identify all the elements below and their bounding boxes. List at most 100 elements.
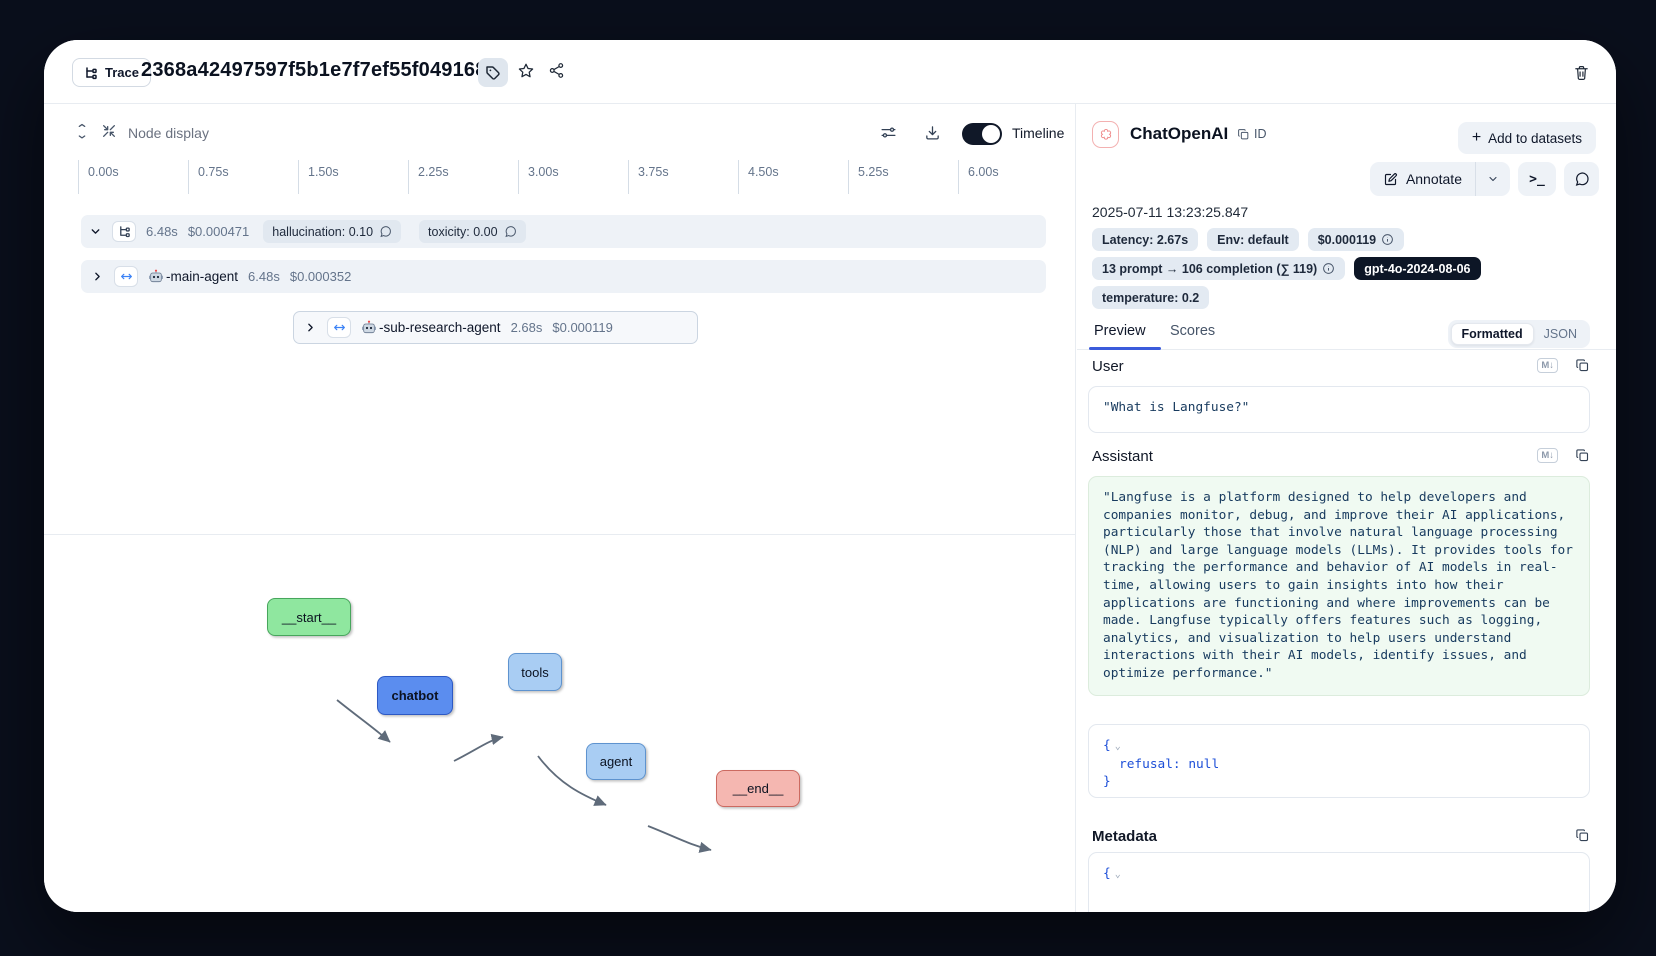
annotate-button[interactable]: Annotate [1370,162,1475,196]
copy-icon [1237,128,1250,141]
metadata-section-icons [1575,828,1590,843]
assistant-section-heading: Assistant [1092,448,1153,465]
user-section-icons: M↓ [1537,358,1590,373]
generation-type-icon [1092,121,1119,148]
user-message-box: "What is Langfuse?" [1088,386,1590,433]
download-icon [924,124,941,141]
metadata-section-heading: Metadata [1092,828,1157,845]
delete-trace-button[interactable] [1564,56,1598,89]
terminal-icon: >_ [1529,172,1545,187]
observation-title: ChatOpenAI [1130,124,1228,144]
axis-tick: 1.50s [298,160,408,194]
json-line-close: } [1103,773,1575,791]
token-usage-badge[interactable]: 13 prompt → 106 completion (∑ 119) [1092,257,1345,280]
graph-node-end[interactable]: __end__ [716,770,800,807]
markdown-toggle-icon[interactable]: M↓ [1537,448,1558,463]
tab-scores[interactable]: Scores [1165,319,1220,343]
axis-tick: 4.50s [738,160,848,194]
trace-row[interactable]: 6.48s $0.000471 hallucination: 0.10 toxi… [81,215,1046,248]
comment-icon [379,225,392,238]
axis-tick: 3.00s [518,160,628,194]
node-label: tools [521,665,548,680]
assistant-message-box: "Langfuse is a platform designed to help… [1088,476,1590,696]
graph-node-chatbot[interactable]: chatbot [377,676,453,715]
top-bar: Trace 2368a42497597f5b1e7f7ef55f049168 [44,40,1616,104]
node-label: __start__ [282,610,336,625]
trace-pill-label: Trace [105,65,139,80]
trace-tree-icon [112,221,136,242]
id-label: ID [1254,127,1267,141]
chevron-right-icon[interactable] [91,270,104,283]
axis-tick: 6.00s [958,160,1068,194]
node-label: agent [600,754,633,769]
copy-icon[interactable] [1575,828,1590,843]
annotate-pencil-icon [1383,172,1398,187]
cost-badge[interactable]: $0.000119 [1308,228,1404,251]
share-icon [548,62,565,79]
playground-button[interactable]: >_ [1518,162,1556,196]
trace-tree-icon [84,66,98,80]
markdown-toggle-icon[interactable]: M↓ [1537,358,1558,373]
collapse-chevron-icon[interactable]: ⌄ [1115,741,1121,752]
observation-name: -sub-research-agent [361,320,501,336]
format-option-formatted[interactable]: Formatted [1451,323,1534,345]
add-to-datasets-label: Add to datasets [1488,131,1582,146]
app-window: Trace 2368a42497597f5b1e7f7ef55f049168 [44,40,1616,912]
temperature-badge: temperature: 0.2 [1092,286,1209,309]
sub-agent-row[interactable]: -sub-research-agent 2.68s $0.000119 [293,311,698,344]
star-icon [517,62,535,80]
badge-row-3: temperature: 0.2 [1092,286,1209,309]
axis-tick: 0.75s [188,160,298,194]
format-option-json[interactable]: JSON [1534,324,1587,344]
collapse-chevron-icon[interactable]: ⌄ [1115,869,1121,880]
score-badge-hallucination[interactable]: hallucination: 0.10 [263,220,401,243]
duration: 2.68s [511,320,543,335]
user-message-text: "What is Langfuse?" [1103,400,1249,415]
score-label: toxicity: 0.00 [428,225,497,239]
graph-edges [44,534,1076,912]
chevron-right-icon[interactable] [304,321,317,334]
annotate-button-group: Annotate [1370,162,1510,196]
model-badge[interactable]: gpt-4o-2024-08-06 [1354,257,1480,280]
collapse-all-icon [101,123,117,139]
share-button[interactable] [548,62,565,79]
expand-all-button[interactable] [74,123,90,139]
format-toggle: Formatted JSON [1448,320,1590,348]
chevron-down-icon [1487,173,1499,185]
timeline-toggle[interactable] [962,123,1002,145]
star-button[interactable] [517,62,535,80]
cost: $0.000352 [290,269,351,284]
timeline-panel: Node display Timeline 0.00s 0.75s 1.50s … [44,104,1076,912]
chevron-down-icon[interactable] [89,225,102,238]
download-button[interactable] [924,124,941,141]
display-settings-button[interactable] [880,124,897,141]
token-usage-value: 13 prompt → 106 completion (∑ 119) [1102,262,1317,276]
tag-icon [485,65,501,81]
main-agent-row[interactable]: -main-agent 6.48s $0.000352 [81,260,1046,293]
comments-button[interactable] [1564,162,1599,196]
plus-icon: + [1472,129,1481,147]
tab-preview[interactable]: Preview [1089,319,1151,343]
add-to-datasets-button[interactable]: + Add to datasets [1458,122,1596,154]
axis-tick: 3.75s [628,160,738,194]
collapse-all-button[interactable] [101,123,117,139]
graph-node-agent[interactable]: agent [586,743,646,780]
score-badge-toxicity[interactable]: toxicity: 0.00 [419,220,525,243]
id-copy-group[interactable]: ID [1237,127,1267,141]
json-line-refusal: refusal: null [1103,756,1575,774]
node-label: chatbot [392,688,439,703]
assistant-section-icons: M↓ [1537,448,1590,463]
expand-all-icon [74,123,90,139]
axis-tick: 5.25s [848,160,958,194]
annotate-dropdown-button[interactable] [1475,162,1510,196]
info-icon [1322,262,1335,275]
toggle-knob [982,125,1000,143]
robot-emoji-icon [148,269,164,285]
copy-icon[interactable] [1575,448,1590,463]
node-display-label: Node display [128,125,209,141]
graph-node-tools[interactable]: tools [508,653,562,691]
graph-node-start[interactable]: __start__ [267,598,351,636]
tag-button[interactable] [478,58,508,87]
copy-icon[interactable] [1575,358,1590,373]
comment-icon [504,225,517,238]
